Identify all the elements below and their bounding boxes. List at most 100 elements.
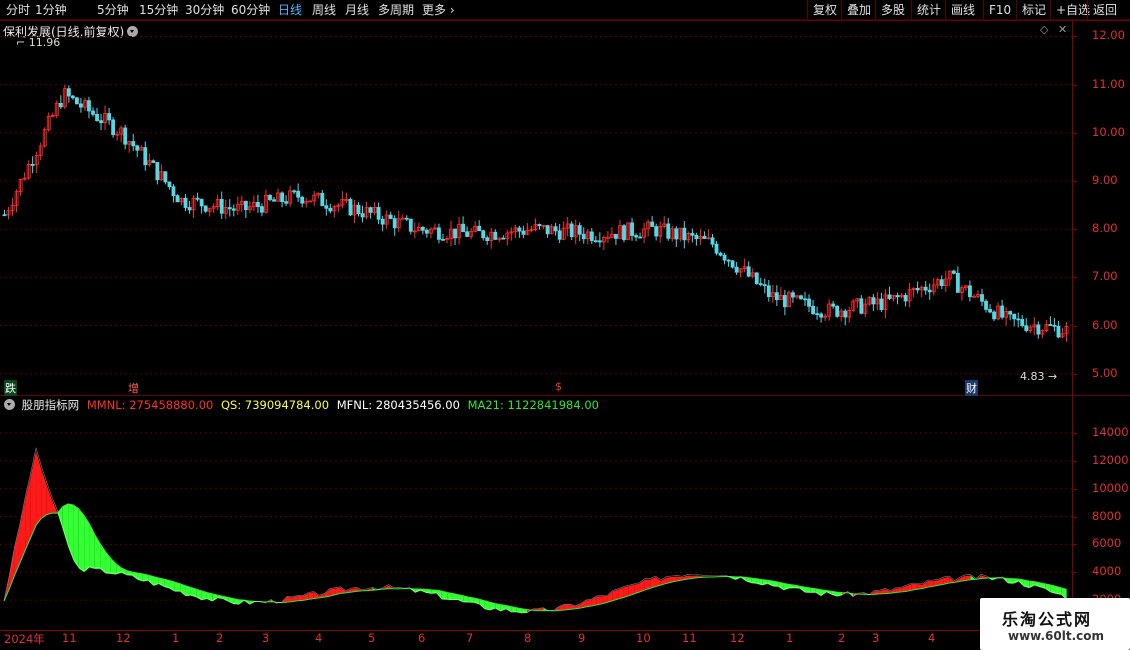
date-tick-label: 1 bbox=[786, 631, 794, 645]
candle-body bbox=[799, 295, 803, 300]
event-marker-finance[interactable]: 财 bbox=[965, 380, 978, 396]
candle-body bbox=[577, 225, 582, 235]
candle-body bbox=[1036, 324, 1041, 335]
candle-body bbox=[597, 240, 602, 243]
event-marker-drop[interactable]: 跌 bbox=[4, 380, 17, 396]
candle-body bbox=[537, 224, 542, 227]
date-tick-label: 10 bbox=[636, 631, 651, 645]
indicator-tick-label: 4000 bbox=[1092, 564, 1122, 579]
candle-body bbox=[95, 113, 99, 122]
date-tick-label: 11 bbox=[62, 631, 77, 645]
candle-body bbox=[2, 214, 7, 217]
candle-body bbox=[831, 303, 836, 307]
date-tick-label: 4 bbox=[928, 631, 936, 645]
candle-body bbox=[66, 88, 71, 97]
candle-body bbox=[328, 207, 333, 212]
candle-body bbox=[376, 206, 381, 220]
candle-body bbox=[903, 294, 908, 302]
date-tick-label: 11 bbox=[682, 631, 697, 645]
candle-body bbox=[272, 199, 276, 202]
candle-body bbox=[388, 214, 393, 219]
event-marker-increase[interactable]: 增 bbox=[128, 380, 139, 396]
candle-body bbox=[634, 235, 638, 238]
date-tick-label: 3 bbox=[872, 631, 880, 645]
indicator-area-green bbox=[73, 505, 79, 569]
candle-body bbox=[135, 145, 140, 151]
candle-body bbox=[939, 279, 944, 287]
price-and-indicator-plot[interactable] bbox=[0, 0, 1072, 630]
candle-body bbox=[988, 309, 992, 313]
candle-body bbox=[1008, 311, 1013, 315]
indicator-area-red bbox=[41, 469, 47, 519]
candle-body bbox=[30, 164, 35, 166]
candle-body bbox=[441, 238, 445, 241]
candle-body bbox=[356, 204, 361, 215]
candle-body bbox=[320, 192, 325, 207]
candle-body bbox=[980, 294, 984, 302]
candle-body bbox=[955, 272, 960, 293]
date-tick-label: 1 bbox=[172, 631, 180, 645]
candle-body bbox=[280, 192, 284, 202]
candle-body bbox=[674, 228, 679, 240]
candle-body bbox=[1024, 325, 1029, 331]
candle-body bbox=[726, 259, 731, 262]
candle-body bbox=[231, 208, 236, 211]
candle-body bbox=[782, 295, 787, 308]
candle-body bbox=[453, 228, 457, 239]
candle-body bbox=[324, 205, 329, 209]
candle-body bbox=[481, 230, 486, 239]
candle-body bbox=[368, 207, 373, 213]
indicator-area-red bbox=[36, 451, 42, 526]
price-tick bbox=[1072, 132, 1077, 134]
date-tick-label: 9 bbox=[578, 631, 586, 645]
candle-body bbox=[360, 213, 365, 218]
candle-body bbox=[187, 207, 192, 211]
event-marker-dividend[interactable]: $ bbox=[555, 380, 562, 393]
candle-body bbox=[392, 218, 397, 229]
indicator-tick-label: 8000 bbox=[1092, 508, 1122, 523]
candle-body bbox=[879, 298, 884, 310]
price-tick-label: 6.00 bbox=[1092, 317, 1118, 332]
candle-body bbox=[155, 162, 160, 181]
candle-body bbox=[424, 229, 429, 234]
candle-body bbox=[807, 298, 811, 307]
candle-body bbox=[195, 197, 200, 200]
date-tick-label: 6 bbox=[418, 631, 426, 645]
candle-body bbox=[1048, 324, 1053, 326]
candle-body bbox=[199, 198, 204, 207]
indicator-area-green bbox=[78, 508, 85, 573]
candle-body bbox=[762, 284, 767, 287]
indicator-tick bbox=[1072, 516, 1077, 518]
indicator-area-red bbox=[30, 451, 37, 538]
price-tick-label: 5.00 bbox=[1092, 365, 1118, 380]
candle-body bbox=[79, 103, 83, 108]
candle-body bbox=[1012, 313, 1017, 320]
candle-body bbox=[927, 289, 932, 293]
back-button[interactable]: 返回 bbox=[1087, 0, 1122, 20]
indicator-tick-label: 10000 bbox=[1092, 480, 1129, 495]
candle-body bbox=[256, 201, 260, 207]
date-tick-label: 5 bbox=[368, 631, 376, 645]
candle-body bbox=[219, 198, 224, 214]
price-tick-label: 8.00 bbox=[1092, 221, 1118, 236]
candle-body bbox=[702, 236, 707, 239]
candle-body bbox=[123, 127, 128, 145]
candle-body bbox=[754, 272, 759, 285]
candle-body bbox=[710, 237, 715, 245]
date-tick-label: 2 bbox=[838, 631, 846, 645]
candle-body bbox=[521, 230, 526, 235]
candle-body bbox=[714, 243, 719, 254]
candle-body bbox=[650, 221, 655, 227]
candle-body bbox=[1000, 305, 1005, 318]
candle-body bbox=[545, 225, 550, 235]
candle-body bbox=[843, 310, 848, 318]
candle-body bbox=[227, 207, 232, 210]
candle-body bbox=[569, 223, 574, 238]
candle-body bbox=[131, 141, 136, 147]
candle-body bbox=[70, 95, 75, 99]
indicator-area-red bbox=[52, 499, 58, 514]
candle-body bbox=[465, 231, 470, 237]
candle-body bbox=[859, 298, 864, 314]
indicator-tick bbox=[1072, 544, 1077, 546]
candle-body bbox=[477, 225, 482, 232]
